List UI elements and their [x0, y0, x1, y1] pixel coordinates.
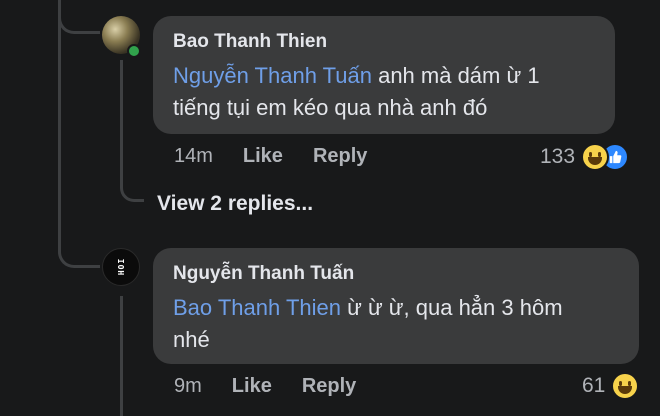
comment-text-line2: tiếng tụi em kéo qua nhà anh đó — [173, 95, 488, 120]
mention-link[interactable]: Bao Thanh Thien — [173, 295, 341, 320]
reaction-summary[interactable]: 133 — [540, 143, 630, 171]
comment-text-line2: nhé — [173, 327, 210, 352]
mention-link[interactable]: Nguyễn Thanh Tuấn — [173, 63, 372, 88]
comment-actions: 9m Like Reply — [174, 375, 356, 398]
reaction-count: 133 — [540, 145, 576, 168]
reply-button[interactable]: Reply — [302, 375, 356, 398]
reaction-count: 61 — [582, 374, 606, 397]
comment-timestamp[interactable]: 9m — [174, 375, 202, 398]
reply-button[interactable]: Reply — [313, 145, 367, 168]
thread-line-inner-curve — [120, 168, 144, 202]
comment-text-line1: anh mà dám ừ 1 — [371, 63, 540, 88]
thread-line-reply — [120, 296, 123, 416]
comment-author[interactable]: Bao Thanh Thien — [173, 30, 595, 54]
thread-line-inner — [120, 60, 123, 172]
like-button[interactable]: Like — [243, 145, 283, 168]
thread-line-outer — [58, 0, 61, 250]
comment-bubble[interactable]: Bao Thanh Thien Nguyễn Thanh Tuấn anh mà… — [153, 16, 615, 134]
reaction-summary[interactable]: 61 — [582, 372, 640, 400]
comment-text: Bao Thanh Thien ừ ừ ừ, qua hẳn 3 hôm nhé — [173, 292, 619, 356]
thread-line-curve-bottom — [58, 226, 100, 268]
online-status-indicator — [127, 44, 141, 58]
comment-bubble[interactable]: Nguyễn Thanh Tuấn Bao Thanh Thien ừ ừ ừ,… — [153, 248, 639, 364]
avatar-logo-text: IOH — [116, 258, 126, 276]
like-button[interactable]: Like — [232, 375, 272, 398]
comment-timestamp[interactable]: 14m — [174, 145, 213, 168]
view-replies-link[interactable]: View 2 replies... — [157, 192, 313, 216]
comment-actions: 14m Like Reply — [174, 145, 367, 168]
thread-line-curve-top — [58, 0, 100, 34]
comment-text-line1: ừ ừ ừ, qua hẳn 3 hôm — [341, 295, 563, 320]
haha-emoji-icon — [581, 143, 610, 171]
haha-emoji-icon — [611, 372, 640, 400]
comment-text: Nguyễn Thanh Tuấn anh mà dám ừ 1 tiếng t… — [173, 60, 595, 124]
comment-author[interactable]: Nguyễn Thanh Tuấn — [173, 262, 619, 286]
avatar[interactable]: IOH — [102, 248, 140, 286]
